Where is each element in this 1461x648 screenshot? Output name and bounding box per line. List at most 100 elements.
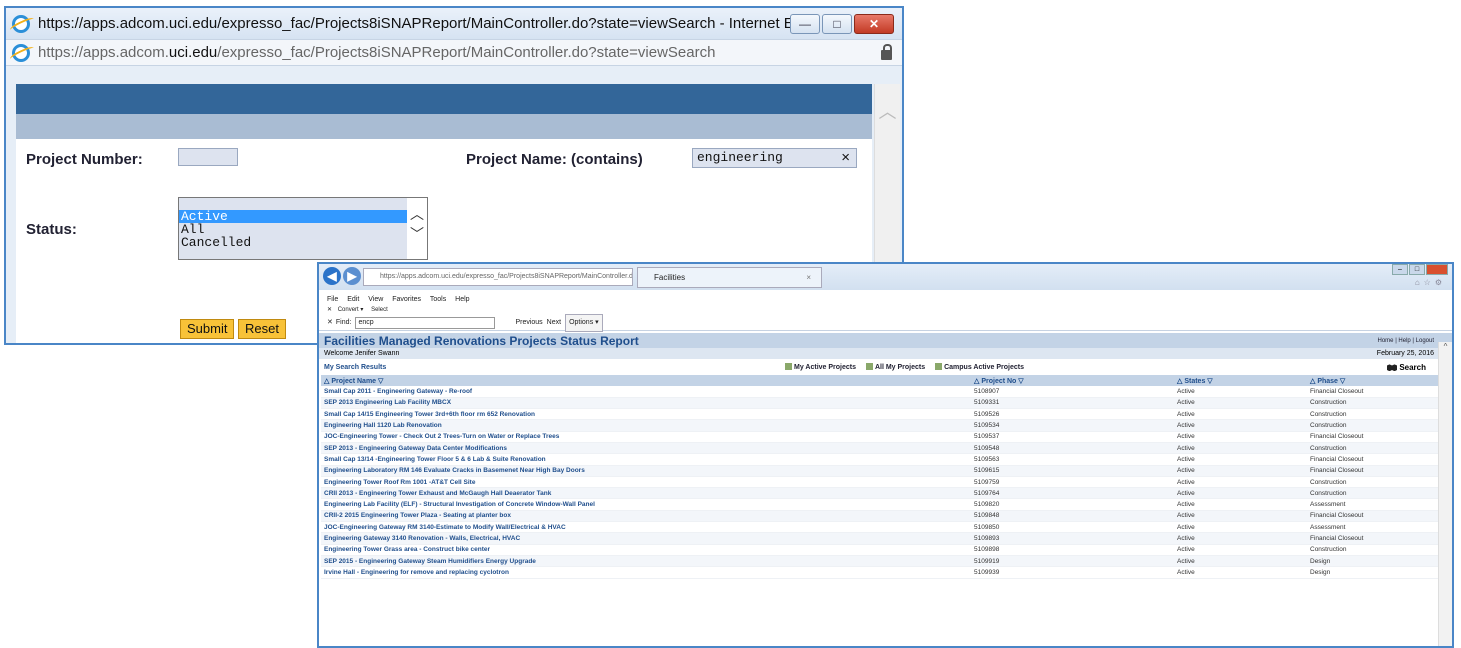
back-icon[interactable]: ◀	[323, 267, 341, 285]
state-cell: Active	[1174, 476, 1307, 489]
col-project-name[interactable]: △ Project Name ▽	[321, 375, 971, 386]
state-cell: Active	[1174, 555, 1307, 568]
project-no-cell: 5109848	[971, 510, 1174, 523]
phase-cell: Assessment	[1307, 521, 1439, 534]
project-name-cell[interactable]: Engineering Hall 1120 Lab Renovation	[321, 419, 971, 432]
project-no-cell: 5109919	[971, 555, 1174, 568]
table-row[interactable]: SEP 2013 Engineering Lab Facility MBCX 51…	[321, 397, 1439, 410]
home-star-gear-icons[interactable]: ⌂☆⚙	[1415, 278, 1446, 287]
report-maximize-button[interactable]: □	[1409, 264, 1425, 275]
report-address-bar[interactable]: https://apps.adcom.uci.edu/expresso_fac/…	[363, 268, 633, 286]
project-name-cell[interactable]: SEP 2015 - Engineering Gateway Steam Hum…	[321, 555, 971, 568]
project-no-cell: 5109548	[971, 442, 1174, 455]
report-close-button[interactable]	[1426, 264, 1448, 275]
table-row[interactable]: Engineering Gateway 3140 Renovation - Wa…	[321, 532, 1439, 545]
table-row[interactable]: SEP 2013 - Engineering Gateway Data Cent…	[321, 442, 1439, 455]
reset-button[interactable]: Reset	[238, 319, 286, 339]
table-row[interactable]: Irvine Hall - Engineering for remove and…	[321, 566, 1439, 579]
project-name-cell[interactable]: SEP 2013 - Engineering Gateway Data Cent…	[321, 442, 971, 455]
close-button[interactable]: ✕	[854, 13, 894, 34]
find-input[interactable]: encp	[355, 316, 496, 329]
close-find-icon[interactable]: ✕	[327, 315, 333, 331]
project-name-cell[interactable]: CRII-2 2015 Engineering Tower Plaza - Se…	[321, 510, 971, 523]
close-bar-icon[interactable]: ✕	[327, 307, 332, 313]
minimize-button[interactable]: —	[790, 13, 820, 34]
menu-view[interactable]: View	[368, 296, 383, 303]
status-option-cancelled[interactable]: Cancelled	[179, 236, 427, 249]
find-next-button[interactable]: Next	[547, 315, 561, 331]
table-row[interactable]: CRII-2 2015 Engineering Tower Plaza - Se…	[321, 510, 1439, 523]
submit-button[interactable]: Submit	[180, 319, 235, 339]
table-row[interactable]: Engineering Tower Roof Rm 1001 -AT&T Cel…	[321, 476, 1439, 489]
project-name-cell[interactable]: SEP 2013 Engineering Lab Facility MBCX	[321, 397, 971, 410]
maximize-button[interactable]: □	[822, 13, 852, 34]
project-name-input[interactable]: engineering ×	[692, 148, 857, 168]
project-name-cell[interactable]: Small Cap 2011 - Engineering Gateway - R…	[321, 386, 971, 398]
forward-icon[interactable]: ▶	[343, 267, 361, 285]
convert-button[interactable]: Convert ▾	[338, 307, 364, 313]
project-name-cell[interactable]: CRII 2013 - Engineering Tower Exhaust an…	[321, 487, 971, 500]
find-previous-button[interactable]: Previous	[515, 315, 542, 331]
chevron-down-icon[interactable]: ﹀	[407, 224, 427, 244]
menu-help[interactable]: Help	[455, 296, 469, 303]
table-row[interactable]: Small Cap 13/14 -Engineering Tower Floor…	[321, 453, 1439, 466]
table-row[interactable]: CRII 2013 - Engineering Tower Exhaust an…	[321, 487, 1439, 500]
campus-active-projects-link[interactable]: Campus Active Projects	[935, 363, 1024, 371]
project-name-cell[interactable]: JOC-Engineering Gateway RM 3140-Estimate…	[321, 521, 971, 534]
project-name-value: engineering	[697, 150, 783, 165]
project-name-cell[interactable]: Engineering Laboratory RM 146 Evaluate C…	[321, 465, 971, 477]
phase-cell: Construction	[1307, 476, 1439, 489]
address-bar[interactable]: https://apps.adcom.uci.edu/expresso_fac/…	[6, 39, 902, 66]
project-name-cell[interactable]: Engineering Gateway 3140 Renovation - Wa…	[321, 532, 971, 545]
col-project-no[interactable]: △ Project No ▽	[971, 375, 1174, 386]
project-name-cell[interactable]: Small Cap 13/14 -Engineering Tower Floor…	[321, 453, 971, 466]
status-option-active[interactable]: Active	[179, 210, 427, 223]
table-row[interactable]: Engineering Lab Facility (ELF) - Structu…	[321, 498, 1439, 511]
state-cell: Active	[1174, 419, 1307, 432]
col-states[interactable]: △ States ▽	[1174, 375, 1307, 386]
project-name-cell[interactable]: Small Cap 14/15 Engineering Tower 3rd+6t…	[321, 408, 971, 421]
menu-favorites[interactable]: Favorites	[392, 296, 421, 303]
project-name-cell[interactable]: Engineering Lab Facility (ELF) - Structu…	[321, 498, 971, 511]
listbox-scrollbar[interactable]: ︿ ﹀	[407, 198, 427, 259]
select-button[interactable]: Select	[371, 307, 388, 313]
table-row[interactable]: Engineering Tower Grass area - Construct…	[321, 544, 1439, 556]
table-row[interactable]: Engineering Laboratory RM 146 Evaluate C…	[321, 465, 1439, 477]
project-name-cell[interactable]: JOC-Engineering Tower - Check Out 2 Tree…	[321, 431, 971, 443]
menu-tools[interactable]: Tools	[430, 296, 446, 303]
find-bar: ✕ Find: encp Previous Next Options ▾	[319, 313, 1452, 332]
my-search-results-link[interactable]: My Search Results	[324, 364, 386, 371]
all-my-projects-link[interactable]: All My Projects	[865, 363, 925, 371]
address-url[interactable]: https://apps.adcom.uci.edu/expresso_fac/…	[38, 44, 881, 61]
phase-cell: Construction	[1307, 408, 1439, 421]
project-name-cell[interactable]: Engineering Tower Roof Rm 1001 -AT&T Cel…	[321, 476, 971, 489]
tab-close-icon[interactable]: ×	[806, 268, 811, 287]
table-row[interactable]: JOC-Engineering Tower - Check Out 2 Tree…	[321, 431, 1439, 443]
project-no-cell: 5109820	[971, 498, 1174, 511]
scroll-up-icon[interactable]: ︿	[879, 102, 897, 122]
my-active-projects-link[interactable]: My Active Projects	[785, 363, 856, 371]
report-scrollbar[interactable]: ^	[1438, 342, 1452, 646]
project-number-label: Project Number:	[26, 151, 143, 168]
table-row[interactable]: SEP 2015 - Engineering Gateway Steam Hum…	[321, 555, 1439, 568]
chevron-up-icon[interactable]: ︿	[407, 204, 427, 224]
clear-input-icon[interactable]: ×	[841, 149, 850, 167]
menu-file[interactable]: File	[327, 296, 338, 303]
tab-facilities[interactable]: Facilities ×	[637, 267, 822, 288]
phase-cell: Financial Closeout	[1307, 431, 1439, 443]
project-number-input[interactable]	[178, 148, 238, 166]
search-link[interactable]: Search	[1387, 363, 1426, 372]
project-name-cell[interactable]: Irvine Hall - Engineering for remove and…	[321, 566, 971, 579]
ie-page-icon	[12, 43, 30, 62]
table-row[interactable]: Engineering Hall 1120 Lab Renovation 5109…	[321, 419, 1439, 432]
project-name-cell[interactable]: Engineering Tower Grass area - Construct…	[321, 544, 971, 556]
report-window-controls: – □	[1392, 264, 1448, 275]
status-listbox[interactable]: Active All Cancelled ︿ ﹀	[178, 197, 428, 260]
menu-edit[interactable]: Edit	[347, 296, 359, 303]
report-minimize-button[interactable]: –	[1392, 264, 1408, 275]
col-phase[interactable]: △ Phase ▽	[1307, 375, 1439, 386]
table-row[interactable]: Small Cap 2011 - Engineering Gateway - R…	[321, 386, 1439, 398]
find-options-button[interactable]: Options ▾	[565, 313, 603, 332]
table-row[interactable]: JOC-Engineering Gateway RM 3140-Estimate…	[321, 521, 1439, 534]
table-row[interactable]: Small Cap 14/15 Engineering Tower 3rd+6t…	[321, 408, 1439, 421]
